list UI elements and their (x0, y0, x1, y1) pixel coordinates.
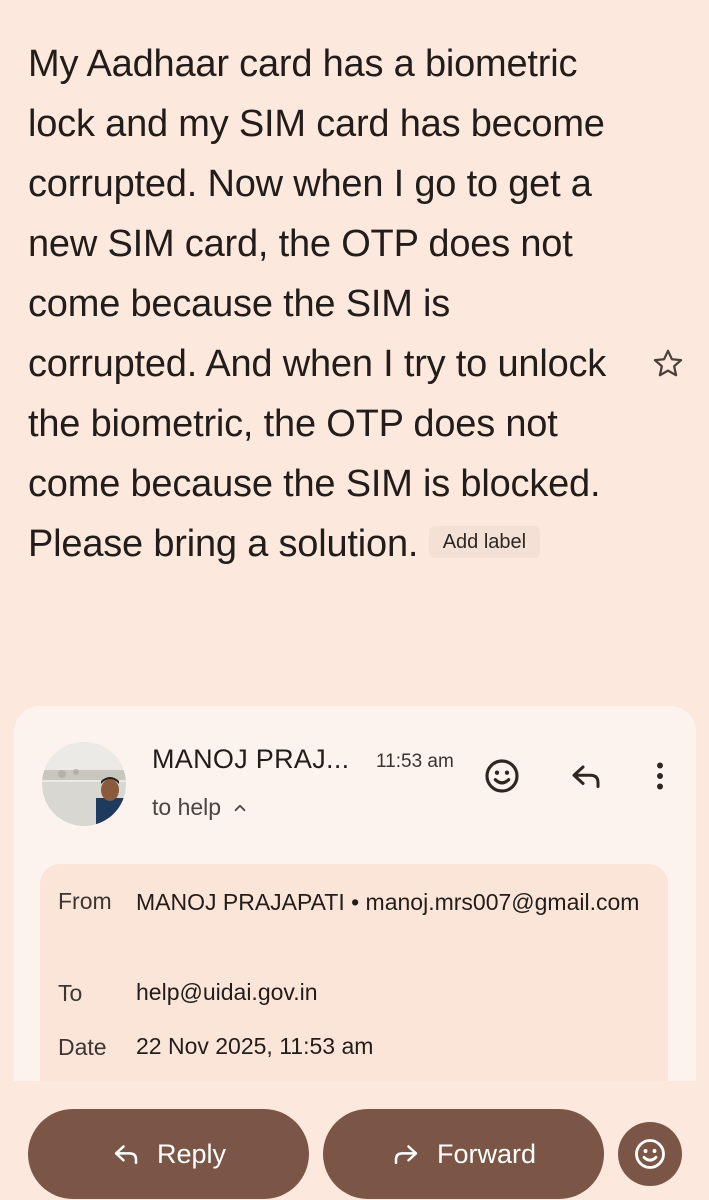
message-card: MANOJ PRAJ... 11:53 am to help From MANO… (14, 706, 696, 1081)
chevron-up-icon (234, 804, 246, 811)
email-subject-block: My Aadhaar card has a biometric lock and… (28, 34, 628, 574)
date-label: Date (58, 1034, 107, 1060)
reply-icon-button[interactable] (564, 754, 608, 798)
recipient-summary: to help (152, 794, 222, 820)
emoji-reaction-button[interactable] (618, 1122, 682, 1186)
sender-name[interactable]: MANOJ PRAJ... (152, 744, 349, 775)
add-label-chip[interactable]: Add label (428, 526, 541, 558)
forward-arrow-icon (394, 1145, 418, 1164)
message-details-panel: From MANOJ PRAJAPATI • manoj.mrs007@gmai… (40, 864, 668, 1081)
add-reaction-icon (485, 759, 519, 793)
reply-arrow-icon (114, 1145, 138, 1164)
to-value[interactable]: help@uidai.gov.in (136, 974, 666, 1011)
date-value: 22 Nov 2025, 11:53 am (136, 1033, 374, 1059)
from-value[interactable]: MANOJ PRAJAPATI • manoj.mrs007@gmail.com (136, 884, 666, 921)
to-label: To (58, 980, 83, 1006)
more-vert-icon (657, 762, 663, 790)
add-reaction-icon (635, 1139, 665, 1169)
add-reaction-button[interactable] (480, 754, 524, 798)
email-subject: My Aadhaar card has a biometric lock and… (28, 43, 607, 565)
avatar[interactable] (42, 742, 126, 826)
from-label: From (58, 888, 112, 914)
more-options-button[interactable] (638, 754, 682, 798)
reply-arrow-icon (572, 765, 600, 788)
message-time: 11:53 am (376, 751, 454, 772)
star-icon[interactable] (650, 346, 686, 382)
recipient-toggle[interactable]: to help (152, 794, 249, 821)
forward-button[interactable]: Forward (323, 1109, 604, 1199)
reply-button-label: Reply (156, 1138, 227, 1169)
forward-button-label: Forward (436, 1138, 537, 1169)
bottom-action-bar: Reply Forward (0, 1082, 709, 1200)
reply-button[interactable]: Reply (28, 1109, 309, 1199)
